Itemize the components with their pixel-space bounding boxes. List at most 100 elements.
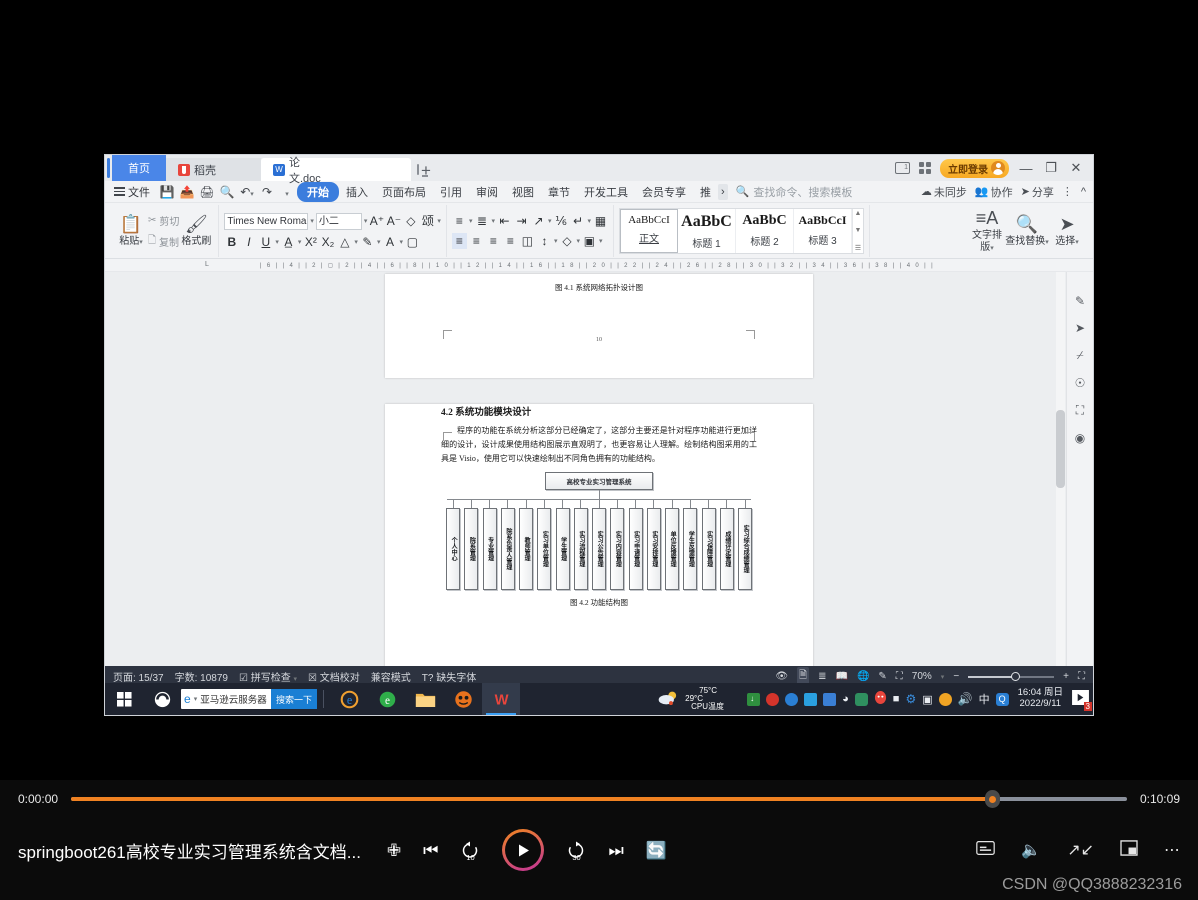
repeat-off-icon[interactable]: 🔄 bbox=[646, 842, 667, 859]
taskbar-wps-button[interactable]: W bbox=[482, 683, 520, 715]
format-painter-button[interactable]: 🖌 格式刷 bbox=[179, 214, 213, 249]
login-button[interactable]: 立即登录 bbox=[940, 158, 1009, 178]
web-view-icon[interactable]: 🌐 bbox=[857, 671, 869, 682]
style-scroll-up-icon[interactable]: ▲ bbox=[855, 210, 862, 217]
grid-view-icon[interactable] bbox=[919, 162, 931, 174]
file-menu-button[interactable]: 文件 bbox=[112, 184, 157, 200]
print-preview-icon[interactable]: 🔍 bbox=[217, 185, 237, 199]
zoom-slider-knob[interactable] bbox=[1011, 671, 1021, 681]
taskbar-file-explorer-button[interactable] bbox=[406, 683, 444, 715]
volume-icon[interactable]: 🔊 bbox=[958, 692, 973, 706]
new-tab-button[interactable]: + bbox=[411, 161, 441, 181]
align-right-button[interactable]: ≡ bbox=[486, 233, 501, 249]
weather-icon[interactable] bbox=[657, 690, 679, 709]
horizontal-ruler[interactable]: L |6||4||2|◻|2||4||6||8||10||12||14||16|… bbox=[105, 259, 1093, 272]
bullet-list-icon[interactable]: ≡ bbox=[452, 213, 467, 229]
menu-item-review[interactable]: 审阅 bbox=[469, 182, 505, 202]
text-layout-button[interactable]: ≡A 文字排版▾ bbox=[970, 208, 1004, 255]
minimize-button[interactable]: — bbox=[1018, 161, 1034, 176]
clear-format-icon[interactable]: ◇ bbox=[403, 213, 418, 229]
subscript-button[interactable]: X₂ bbox=[320, 234, 335, 250]
usb-device-icon[interactable] bbox=[785, 692, 799, 706]
line-break-icon[interactable]: ↵ bbox=[570, 213, 585, 229]
document-canvas[interactable]: 图 4.1 系统网络拓扑设计图 10 4.2 系统功能模块设计 程序的功能在系统… bbox=[105, 272, 1093, 666]
shield-icon[interactable]: ◉ bbox=[1075, 431, 1085, 445]
security-guard-icon[interactable] bbox=[766, 692, 780, 706]
subtitles-icon[interactable] bbox=[976, 840, 996, 860]
style-scroll-down-icon[interactable]: ▼ bbox=[855, 227, 862, 234]
style-heading-2[interactable]: AaBbC 标题 2 bbox=[736, 209, 794, 253]
command-search[interactable]: 🔍 查找命令、搜索模板 bbox=[736, 184, 853, 200]
font-size-input[interactable]: 小二 bbox=[315, 212, 362, 230]
shield-tray-icon[interactable] bbox=[823, 692, 837, 706]
reading-view-icon[interactable]: 📖 bbox=[835, 671, 847, 682]
distribute-button[interactable]: ◫ bbox=[520, 233, 535, 249]
start-button[interactable] bbox=[105, 683, 143, 715]
volume-icon[interactable]: 🔈 bbox=[1021, 840, 1041, 860]
shading-icon[interactable]: ◇ bbox=[559, 233, 574, 249]
style-heading-1[interactable]: AaBbC 标题 1 bbox=[678, 209, 736, 253]
share-button[interactable]: ➤ 分享 bbox=[1021, 184, 1054, 200]
style-normal[interactable]: AaBbCcI 正文 bbox=[620, 209, 678, 253]
single-page-view-icon[interactable]: 1 bbox=[895, 162, 910, 174]
taskbar-clock[interactable]: 16:04 周日 2022/9/11 bbox=[1015, 687, 1066, 710]
select-tool-icon[interactable]: ➤ bbox=[1075, 321, 1085, 335]
copy-button[interactable]: 🗋 复制 bbox=[148, 233, 179, 250]
ink-view-icon[interactable]: ✎ bbox=[878, 671, 886, 682]
sync-status-button[interactable]: ☁ 未同步 bbox=[921, 184, 967, 200]
help-icon[interactable]: ☉ bbox=[1075, 376, 1086, 390]
menu-item-view[interactable]: 视图 bbox=[505, 182, 541, 202]
pinyin-guide-icon[interactable]: 颂 bbox=[420, 213, 435, 229]
style-gallery-scroll[interactable]: ▲ ▼ ☰ bbox=[852, 209, 863, 253]
borders-icon[interactable]: ▣ bbox=[582, 233, 597, 249]
eye-preview-icon[interactable]: 👁 bbox=[775, 671, 788, 682]
tab-docer[interactable]: 稻壳 bbox=[166, 158, 261, 181]
zoom-in-button[interactable]: + bbox=[1063, 671, 1069, 682]
cut-button[interactable]: ✂ 剪切 bbox=[148, 213, 179, 228]
show-marks-icon[interactable]: ⅙ bbox=[553, 213, 568, 229]
eraser-tool-icon[interactable]: ⌿ bbox=[1076, 348, 1083, 363]
download-manager-icon[interactable]: ↓ bbox=[747, 692, 761, 706]
more-icon[interactable]: ⋯ bbox=[1164, 840, 1180, 860]
restore-button[interactable]: ❐ bbox=[1043, 160, 1059, 176]
grid-lines-icon[interactable]: ▦ bbox=[593, 213, 608, 229]
bluetooth-icon[interactable]: ⚙ bbox=[905, 692, 916, 706]
justify-button[interactable]: ≡ bbox=[503, 233, 518, 249]
menu-item-developer-tools[interactable]: 开发工具 bbox=[577, 182, 635, 202]
save-icon[interactable]: 💾 bbox=[157, 185, 177, 199]
decrease-indent-icon[interactable]: ⇤ bbox=[497, 213, 512, 229]
word-count[interactable]: 字数: 10879 bbox=[175, 669, 228, 684]
storage-icon[interactable]: ▣ bbox=[922, 693, 932, 706]
notification-center-button[interactable]: 3 bbox=[1072, 690, 1092, 711]
cast-icon[interactable] bbox=[416, 164, 428, 177]
ime-indicator[interactable]: 中 bbox=[979, 691, 990, 707]
shuffle-icon[interactable]: ✙ bbox=[387, 842, 401, 859]
italic-button[interactable]: I bbox=[241, 234, 256, 250]
print-icon[interactable]: 🖨 bbox=[197, 185, 217, 199]
cpu-temp-widget[interactable]: 75°C 29°C CPU温度 bbox=[685, 686, 741, 712]
sort-icon[interactable]: ↗ bbox=[531, 213, 546, 229]
missing-font-button[interactable]: T? 缺失字体 bbox=[422, 669, 476, 684]
taskbar-app-orange-button[interactable] bbox=[444, 683, 482, 715]
cloud-sync-icon[interactable] bbox=[804, 692, 818, 706]
previous-icon[interactable]: ⏮ bbox=[423, 842, 438, 859]
style-heading-3[interactable]: AaBbCcI 标题 3 bbox=[794, 209, 852, 253]
outline-view-icon[interactable]: ≣ bbox=[818, 671, 826, 682]
tab-document[interactable]: W 论文.doc bbox=[261, 157, 428, 185]
taskbar-ie-button[interactable]: e bbox=[330, 683, 368, 715]
spell-check-button[interactable]: ☑ 拼写检查 ▾ bbox=[239, 669, 297, 684]
increase-font-size-icon[interactable]: A⁺ bbox=[369, 213, 384, 229]
font-family-input[interactable]: Times New Roma bbox=[224, 212, 309, 230]
increase-indent-icon[interactable]: ⇥ bbox=[514, 213, 529, 229]
pen-tool-icon[interactable]: ✎ bbox=[1075, 294, 1085, 308]
document-page-current[interactable]: 4.2 系统功能模块设计 程序的功能在系统分析这部分已经确定了，这部分主要还是针… bbox=[385, 404, 813, 666]
fullscreen-icon[interactable]: ↗↙ bbox=[1067, 840, 1094, 860]
quark-icon[interactable]: Q bbox=[995, 692, 1009, 706]
update-icon[interactable] bbox=[938, 692, 952, 706]
tab-home[interactable]: 首页 bbox=[112, 155, 166, 181]
underline-button[interactable]: U bbox=[258, 234, 273, 250]
taskbar-360-browser-button[interactable]: e bbox=[368, 683, 406, 715]
page-indicator[interactable]: 页面: 15/37 bbox=[113, 669, 164, 684]
search-engine-caret-icon[interactable]: ▾ bbox=[194, 695, 198, 703]
paste-button[interactable]: 📋 粘贴▾ bbox=[114, 214, 148, 249]
